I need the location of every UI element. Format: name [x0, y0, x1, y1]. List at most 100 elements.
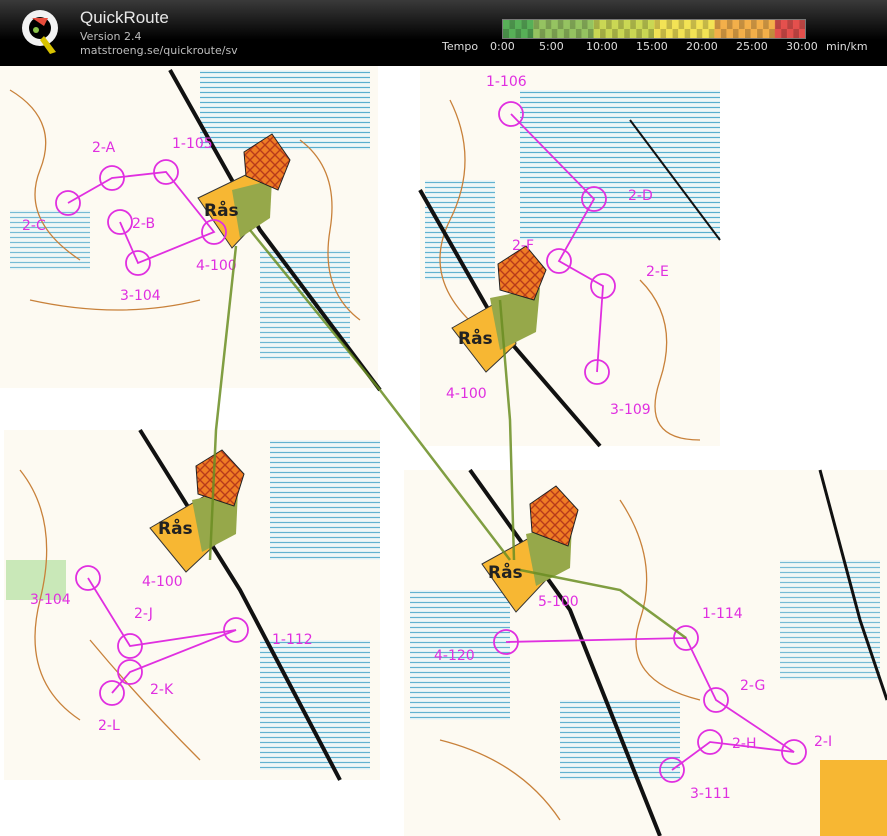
tempo-scale-cell: [527, 20, 534, 29]
tempo-scale-cell: [647, 29, 655, 38]
tempo-scale-cell: [660, 29, 667, 38]
control-label: 1-105: [172, 136, 213, 152]
control-label: 2-C: [22, 218, 46, 234]
tempo-scale-cell: [690, 20, 697, 29]
tempo-scale-cell: [768, 29, 776, 38]
tempo-scale-cell: [581, 29, 588, 38]
tempo-scale-cell: [732, 29, 739, 38]
control-label: 4-120: [434, 648, 475, 664]
tempo-tick: 20:00: [686, 40, 718, 53]
control-label: 2-D: [628, 188, 653, 204]
tempo-scale-cell: [666, 29, 673, 38]
tempo-scale-cell: [641, 20, 649, 29]
tempo-scale-cell: [690, 29, 697, 38]
tempo-scale-cell: [509, 29, 516, 38]
tempo-scale-cell: [714, 20, 721, 29]
tempo-scale-cell: [780, 20, 788, 29]
tempo-scale-cell: [744, 20, 752, 29]
tempo-scale-cell: [611, 29, 619, 38]
tempo-scale-cell: [557, 29, 564, 38]
tempo-scale-cell: [684, 20, 691, 29]
quickroute-logo-icon: [22, 10, 58, 54]
tempo-scale-cell: [678, 29, 685, 38]
tempo-scale-cell: [774, 29, 782, 38]
tempo-scale-cell: [527, 29, 534, 38]
tempo-scale-cell: [678, 20, 685, 29]
tempo-scale-cell: [750, 20, 758, 29]
tempo-scale-cell: [605, 29, 613, 38]
tempo-scale-cell: [792, 29, 800, 38]
tempo-scale-cell: [593, 29, 601, 38]
control-label: 1-106: [486, 74, 527, 90]
map-canvas[interactable]: Rås 2-A 1-105 2-C 2-B 4-100 3-104 Rås 1-…: [0, 66, 887, 836]
finish-label: Rås: [204, 199, 239, 221]
control-label: 3-104: [30, 592, 71, 608]
map-panel-1: Rås 2-A 1-105 2-C 2-B 4-100 3-104: [0, 66, 382, 392]
control-label: 3-111: [690, 786, 731, 802]
tempo-scale-cell: [599, 29, 607, 38]
tempo-scale-cell: [660, 20, 667, 29]
control-label: 4-100: [196, 258, 237, 274]
tempo-scale-cell: [780, 29, 788, 38]
tempo-scale-cell: [635, 29, 643, 38]
tempo-color-scale: [502, 19, 806, 39]
tempo-scale-cell: [503, 20, 510, 29]
tempo-scale-cell: [617, 20, 625, 29]
tempo-scale-cell: [515, 20, 522, 29]
tempo-scale-cell: [798, 29, 806, 38]
tempo-scale-cell: [654, 20, 661, 29]
tempo-scale-cell: [563, 29, 570, 38]
control-label: 4-100: [446, 386, 487, 402]
control-label: 2-I: [814, 734, 832, 750]
tempo-tick: 30:00: [786, 40, 818, 53]
tempo-scale-cell: [587, 29, 594, 38]
tempo-label: Tempo: [442, 40, 479, 53]
tempo-scale-cell: [545, 29, 552, 38]
control-label: 3-109: [610, 402, 651, 418]
tempo-tick: 10:00: [586, 40, 618, 53]
tempo-scale-cell: [702, 29, 709, 38]
tempo-scale-cell: [708, 20, 715, 29]
tempo-scale-cell: [623, 29, 631, 38]
tempo-scale-cell: [593, 20, 601, 29]
control-label: 2-A: [92, 140, 116, 156]
tempo-scale-cell: [569, 20, 576, 29]
tempo-scale-cell: [629, 29, 637, 38]
tempo-scale-cell: [599, 20, 607, 29]
tempo-scale-cell: [521, 29, 528, 38]
tempo-scale-cell: [521, 20, 528, 29]
tempo-scale-cell: [756, 29, 764, 38]
tempo-scale-cell: [696, 20, 703, 29]
tempo-scale-cell: [732, 20, 739, 29]
tempo-scale-cell: [611, 20, 619, 29]
tempo-scale-cell: [786, 29, 794, 38]
control-label: 2-B: [132, 216, 155, 232]
tempo-scale-cell: [539, 20, 546, 29]
tempo-scale-cell: [509, 20, 516, 29]
tempo-scale-cell: [617, 29, 625, 38]
tempo-scale-cell: [533, 29, 540, 38]
control-label: 5-100: [538, 594, 579, 610]
map-panel-2: Rås 1-106 2-D 2-F 2-E 4-100 3-109: [418, 66, 721, 448]
tempo-scale-cell: [605, 20, 613, 29]
tempo-scale-cell: [533, 20, 540, 29]
tempo-scale-cell: [581, 20, 588, 29]
tempo-scale-cell: [738, 20, 745, 29]
tempo-scale-cell: [539, 29, 546, 38]
control-label: 2-E: [646, 264, 669, 280]
tempo-tick: 25:00: [736, 40, 768, 53]
tempo-scale-cell: [551, 20, 558, 29]
tempo-scale-cell: [672, 29, 679, 38]
control-label: 2-K: [150, 682, 174, 698]
tempo-scale-cell: [666, 20, 673, 29]
tempo-scale-cell: [647, 20, 655, 29]
finish-label: Rås: [458, 327, 493, 349]
tempo-scale-cell: [587, 20, 594, 29]
tempo-scale-cell: [714, 29, 721, 38]
tempo-scale-cell: [738, 29, 745, 38]
tempo-scale-cell: [641, 29, 649, 38]
map-panel-4: Rås 5-100 1-114 4-120 2-G 2-H 2-I 3-111: [404, 468, 887, 836]
tempo-scale-cell: [720, 20, 727, 29]
tempo-tick: 0:00: [490, 40, 515, 53]
tempo-scale-cell: [654, 29, 661, 38]
